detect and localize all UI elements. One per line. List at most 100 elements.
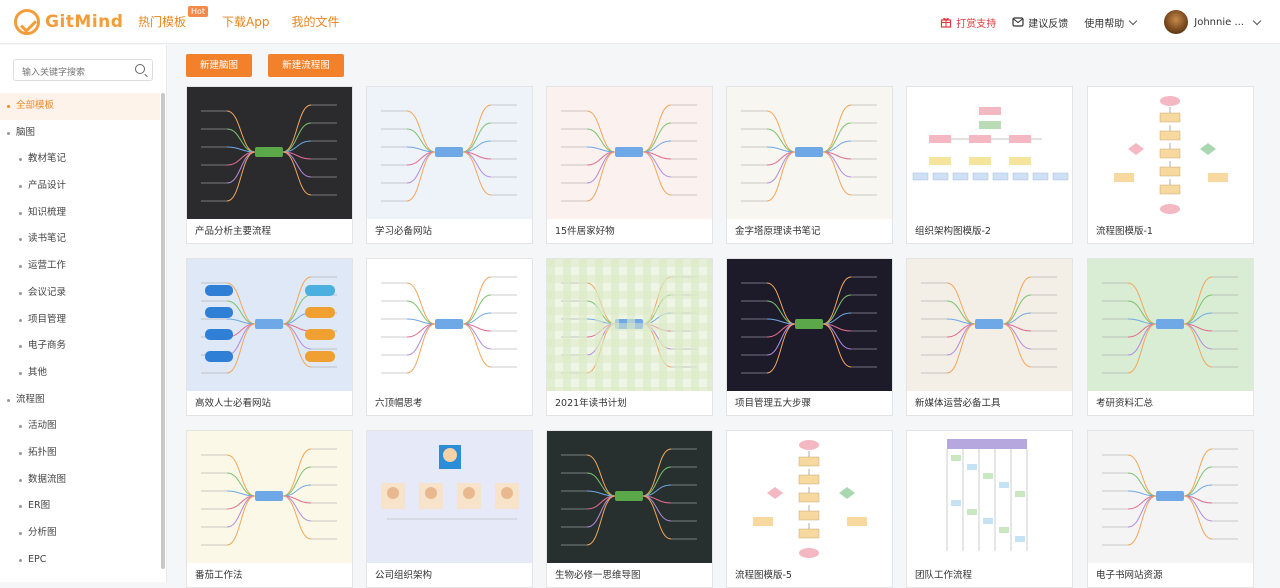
template-thumbnail[interactable] — [727, 259, 892, 391]
sidebar-item[interactable]: 数据流图 — [0, 467, 160, 494]
nav-download-app[interactable]: 下载App — [222, 13, 269, 30]
sidebar-item[interactable]: EPC — [0, 547, 160, 574]
template-card[interactable]: 15件居家好物 — [546, 86, 713, 244]
template-card[interactable]: 电子书网站资源 — [1087, 430, 1254, 588]
sidebar-item[interactable]: 产品设计 — [0, 173, 160, 200]
template-card[interactable]: 产品分析主要流程 — [186, 86, 353, 244]
template-card[interactable]: 新媒体运营必备工具 — [906, 258, 1073, 416]
template-card[interactable]: 2021年读书计划 — [546, 258, 713, 416]
nav-my-files[interactable]: 我的文件 — [291, 13, 339, 30]
sidebar-item[interactable]: 知识梳理 — [0, 200, 160, 227]
template-thumbnail[interactable] — [907, 87, 1072, 219]
template-thumbnail[interactable] — [547, 87, 712, 219]
sidebar-item[interactable]: 运营工作 — [0, 253, 160, 280]
template-thumbnail[interactable] — [187, 431, 352, 563]
search-icon[interactable] — [135, 64, 145, 74]
template-thumbnail[interactable] — [1088, 259, 1253, 391]
template-title[interactable]: 学习必备网站 — [367, 219, 532, 243]
logo[interactable]: GitMind — [14, 8, 124, 35]
sidebar-item[interactable]: ER图 — [0, 493, 160, 520]
template-card[interactable]: 考研资料汇总 — [1087, 258, 1254, 416]
avatar[interactable] — [1164, 10, 1189, 34]
sidebar-item[interactable]: 全部模板 — [0, 93, 160, 120]
sidebar-scrollbar[interactable] — [161, 93, 165, 569]
sidebar-item-label: 会议记录 — [28, 286, 67, 298]
support-label: 打赏支持 — [956, 18, 997, 30]
sidebar-item[interactable]: 电子商务 — [0, 333, 160, 360]
template-thumbnail[interactable] — [547, 259, 712, 391]
template-title[interactable]: 高效人士必看网站 — [187, 391, 352, 415]
template-card[interactable]: 流程图模版-5 — [726, 430, 893, 588]
template-card[interactable]: 生物必修一思维导图 — [546, 430, 713, 588]
sidebar-item-label: 数据流图 — [28, 473, 67, 485]
bullet-icon — [19, 318, 22, 322]
template-thumbnail[interactable] — [1088, 431, 1253, 563]
template-title[interactable]: 15件居家好物 — [547, 219, 712, 243]
template-thumbnail[interactable] — [367, 431, 532, 563]
template-title[interactable]: 组织架构图模版-2 — [907, 219, 1072, 243]
template-preview-image — [727, 259, 892, 391]
template-title[interactable]: 六顶帽思考 — [367, 391, 532, 415]
feedback-icon — [1012, 17, 1024, 27]
template-thumbnail[interactable] — [907, 431, 1072, 563]
new-flowchart-button[interactable]: 新建流程图 — [268, 54, 344, 77]
template-card[interactable]: 学习必备网站 — [366, 86, 533, 244]
main-nav: 热门模板 Hot 下载App 我的文件 — [138, 6, 361, 30]
template-title[interactable]: 生物必修一思维导图 — [547, 563, 712, 587]
template-thumbnail[interactable] — [727, 87, 892, 219]
gift-icon — [941, 17, 952, 28]
template-thumbnail[interactable] — [547, 431, 712, 563]
nav-hot-templates[interactable]: 热门模板 Hot — [138, 6, 209, 30]
template-title[interactable]: 团队工作流程 — [907, 563, 1072, 587]
template-title[interactable]: 项目管理五大步骤 — [727, 391, 892, 415]
template-card[interactable]: 项目管理五大步骤 — [726, 258, 893, 416]
chevron-down-icon[interactable] — [1252, 16, 1262, 25]
new-mindmap-button[interactable]: 新建脑图 — [186, 54, 252, 77]
sidebar-item[interactable]: 读书笔记 — [0, 226, 160, 253]
sidebar-item-label: 教材笔记 — [28, 153, 67, 165]
template-card[interactable]: 六顶帽思考 — [366, 258, 533, 416]
template-title[interactable]: 电子书网站资源 — [1088, 563, 1253, 587]
template-thumbnail[interactable] — [727, 431, 892, 563]
template-card[interactable]: 金字塔原理读书笔记 — [726, 86, 893, 244]
template-card[interactable]: 番茄工作法 — [186, 430, 353, 588]
template-card[interactable]: 团队工作流程 — [906, 430, 1073, 588]
template-card[interactable]: 流程图模版-1 — [1087, 86, 1254, 244]
feedback-label: 建议反馈 — [1028, 18, 1069, 30]
search-input[interactable] — [14, 63, 124, 83]
sidebar-item[interactable]: 分析图 — [0, 520, 160, 547]
template-title[interactable]: 公司组织架构 — [367, 563, 532, 587]
template-title[interactable]: 流程图模版-5 — [727, 563, 892, 587]
sidebar-item-label: 电子商务 — [28, 340, 67, 352]
template-title[interactable]: 产品分析主要流程 — [187, 219, 352, 243]
template-title[interactable]: 金字塔原理读书笔记 — [727, 219, 892, 243]
template-title[interactable]: 2021年读书计划 — [547, 391, 712, 415]
template-thumbnail[interactable] — [367, 87, 532, 219]
sidebar-item[interactable]: 脑图 — [0, 120, 160, 147]
username[interactable]: Johnnie ... — [1194, 17, 1244, 28]
template-thumbnail[interactable] — [1088, 87, 1253, 219]
template-thumbnail[interactable] — [187, 87, 352, 219]
template-title[interactable]: 新媒体运营必备工具 — [907, 391, 1072, 415]
sidebar-item[interactable]: 会议记录 — [0, 280, 160, 307]
feedback-link[interactable]: 建议反馈 — [1012, 15, 1068, 30]
template-title[interactable]: 番茄工作法 — [187, 563, 352, 587]
template-card[interactable]: 高效人士必看网站 — [186, 258, 353, 416]
sidebar-item[interactable]: 教材笔记 — [0, 146, 160, 173]
sidebar-item[interactable]: 项目管理 — [0, 307, 160, 334]
template-thumbnail[interactable] — [907, 259, 1072, 391]
sidebar-item-label: 知识梳理 — [28, 206, 67, 218]
template-card[interactable]: 公司组织架构 — [366, 430, 533, 588]
help-menu[interactable]: 使用帮助 — [1084, 15, 1138, 30]
template-thumbnail[interactable] — [367, 259, 532, 391]
template-gallery: 新建脑图 新建流程图 产品分析主要流程 学习必备网站 15件居家好物 金字塔原理读书笔… — [167, 45, 1280, 588]
template-title[interactable]: 流程图模版-1 — [1088, 219, 1253, 243]
sidebar-item[interactable]: 流程图 — [0, 387, 160, 414]
support-link[interactable]: 打赏支持 — [940, 15, 996, 30]
sidebar-item[interactable]: 其他 — [0, 360, 160, 387]
sidebar-item[interactable]: 活动图 — [0, 413, 160, 440]
sidebar-item[interactable]: 拓扑图 — [0, 440, 160, 467]
template-thumbnail[interactable] — [187, 259, 352, 391]
template-card[interactable]: 组织架构图模版-2 — [906, 86, 1073, 244]
template-title[interactable]: 考研资料汇总 — [1088, 391, 1253, 415]
